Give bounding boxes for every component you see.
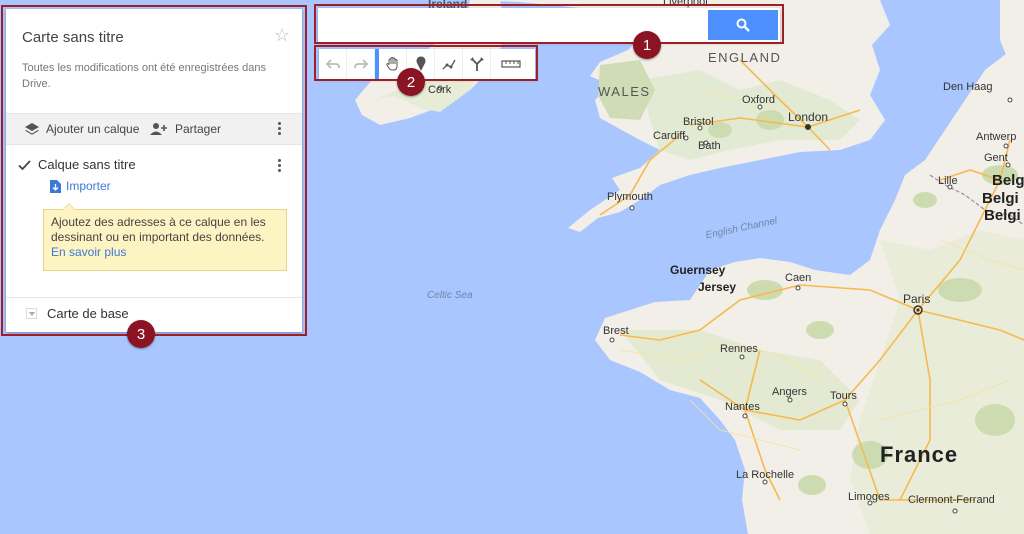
highlight-panel	[1, 5, 307, 336]
map-label-bristol: Bristol	[683, 116, 714, 128]
map-label-cardiff: Cardiff	[653, 130, 686, 142]
map-label-cork: Cork	[428, 84, 452, 96]
map-label-jersey: Jersey	[698, 280, 737, 294]
highlight-search	[314, 4, 784, 44]
annotation-badge-2: 2	[397, 68, 425, 96]
map-label-clermont: Clermont-Ferrand	[908, 494, 995, 506]
map-label-caen: Caen	[785, 272, 812, 284]
map-label-paris: Paris	[903, 292, 931, 306]
map-label-nantes: Nantes	[725, 401, 760, 413]
map-label-england: ENGLAND	[708, 50, 782, 65]
map-label-bath: Bath	[698, 140, 721, 152]
map-label-lille: Lille	[938, 175, 958, 187]
annotation-badge-3: 3	[127, 320, 155, 348]
map-label-guernsey: Guernsey	[670, 263, 726, 277]
map-label-angers: Angers	[772, 386, 807, 398]
map-label-belgium-3: Belgi	[984, 207, 1021, 224]
map-label-limoges: Limoges	[848, 491, 890, 503]
annotation-badge-1: 1	[633, 31, 661, 59]
map-label-oxford: Oxford	[742, 94, 776, 106]
map-label-london: London	[788, 110, 829, 124]
map-label-la-rochelle: La Rochelle	[736, 469, 795, 481]
map-label-rennes: Rennes	[720, 343, 758, 355]
map-label-belgium-1: Belg	[992, 172, 1024, 189]
map-label-plymouth: Plymouth	[607, 191, 653, 203]
map-label-brest: Brest	[603, 325, 629, 337]
highlight-toolbar	[314, 45, 538, 81]
map-label-france: France	[880, 442, 959, 467]
map-label-wales: WALES	[598, 84, 651, 99]
map-label-tours: Tours	[830, 390, 857, 402]
map-label-belgium-2: Belgi	[982, 190, 1019, 207]
map-label-antwerp: Antwerp	[976, 131, 1017, 143]
map-label-celtic-sea: Celtic Sea	[427, 290, 473, 301]
map-label-den-haag: Den Haag	[943, 81, 993, 93]
map-label-gent: Gent	[984, 152, 1008, 164]
